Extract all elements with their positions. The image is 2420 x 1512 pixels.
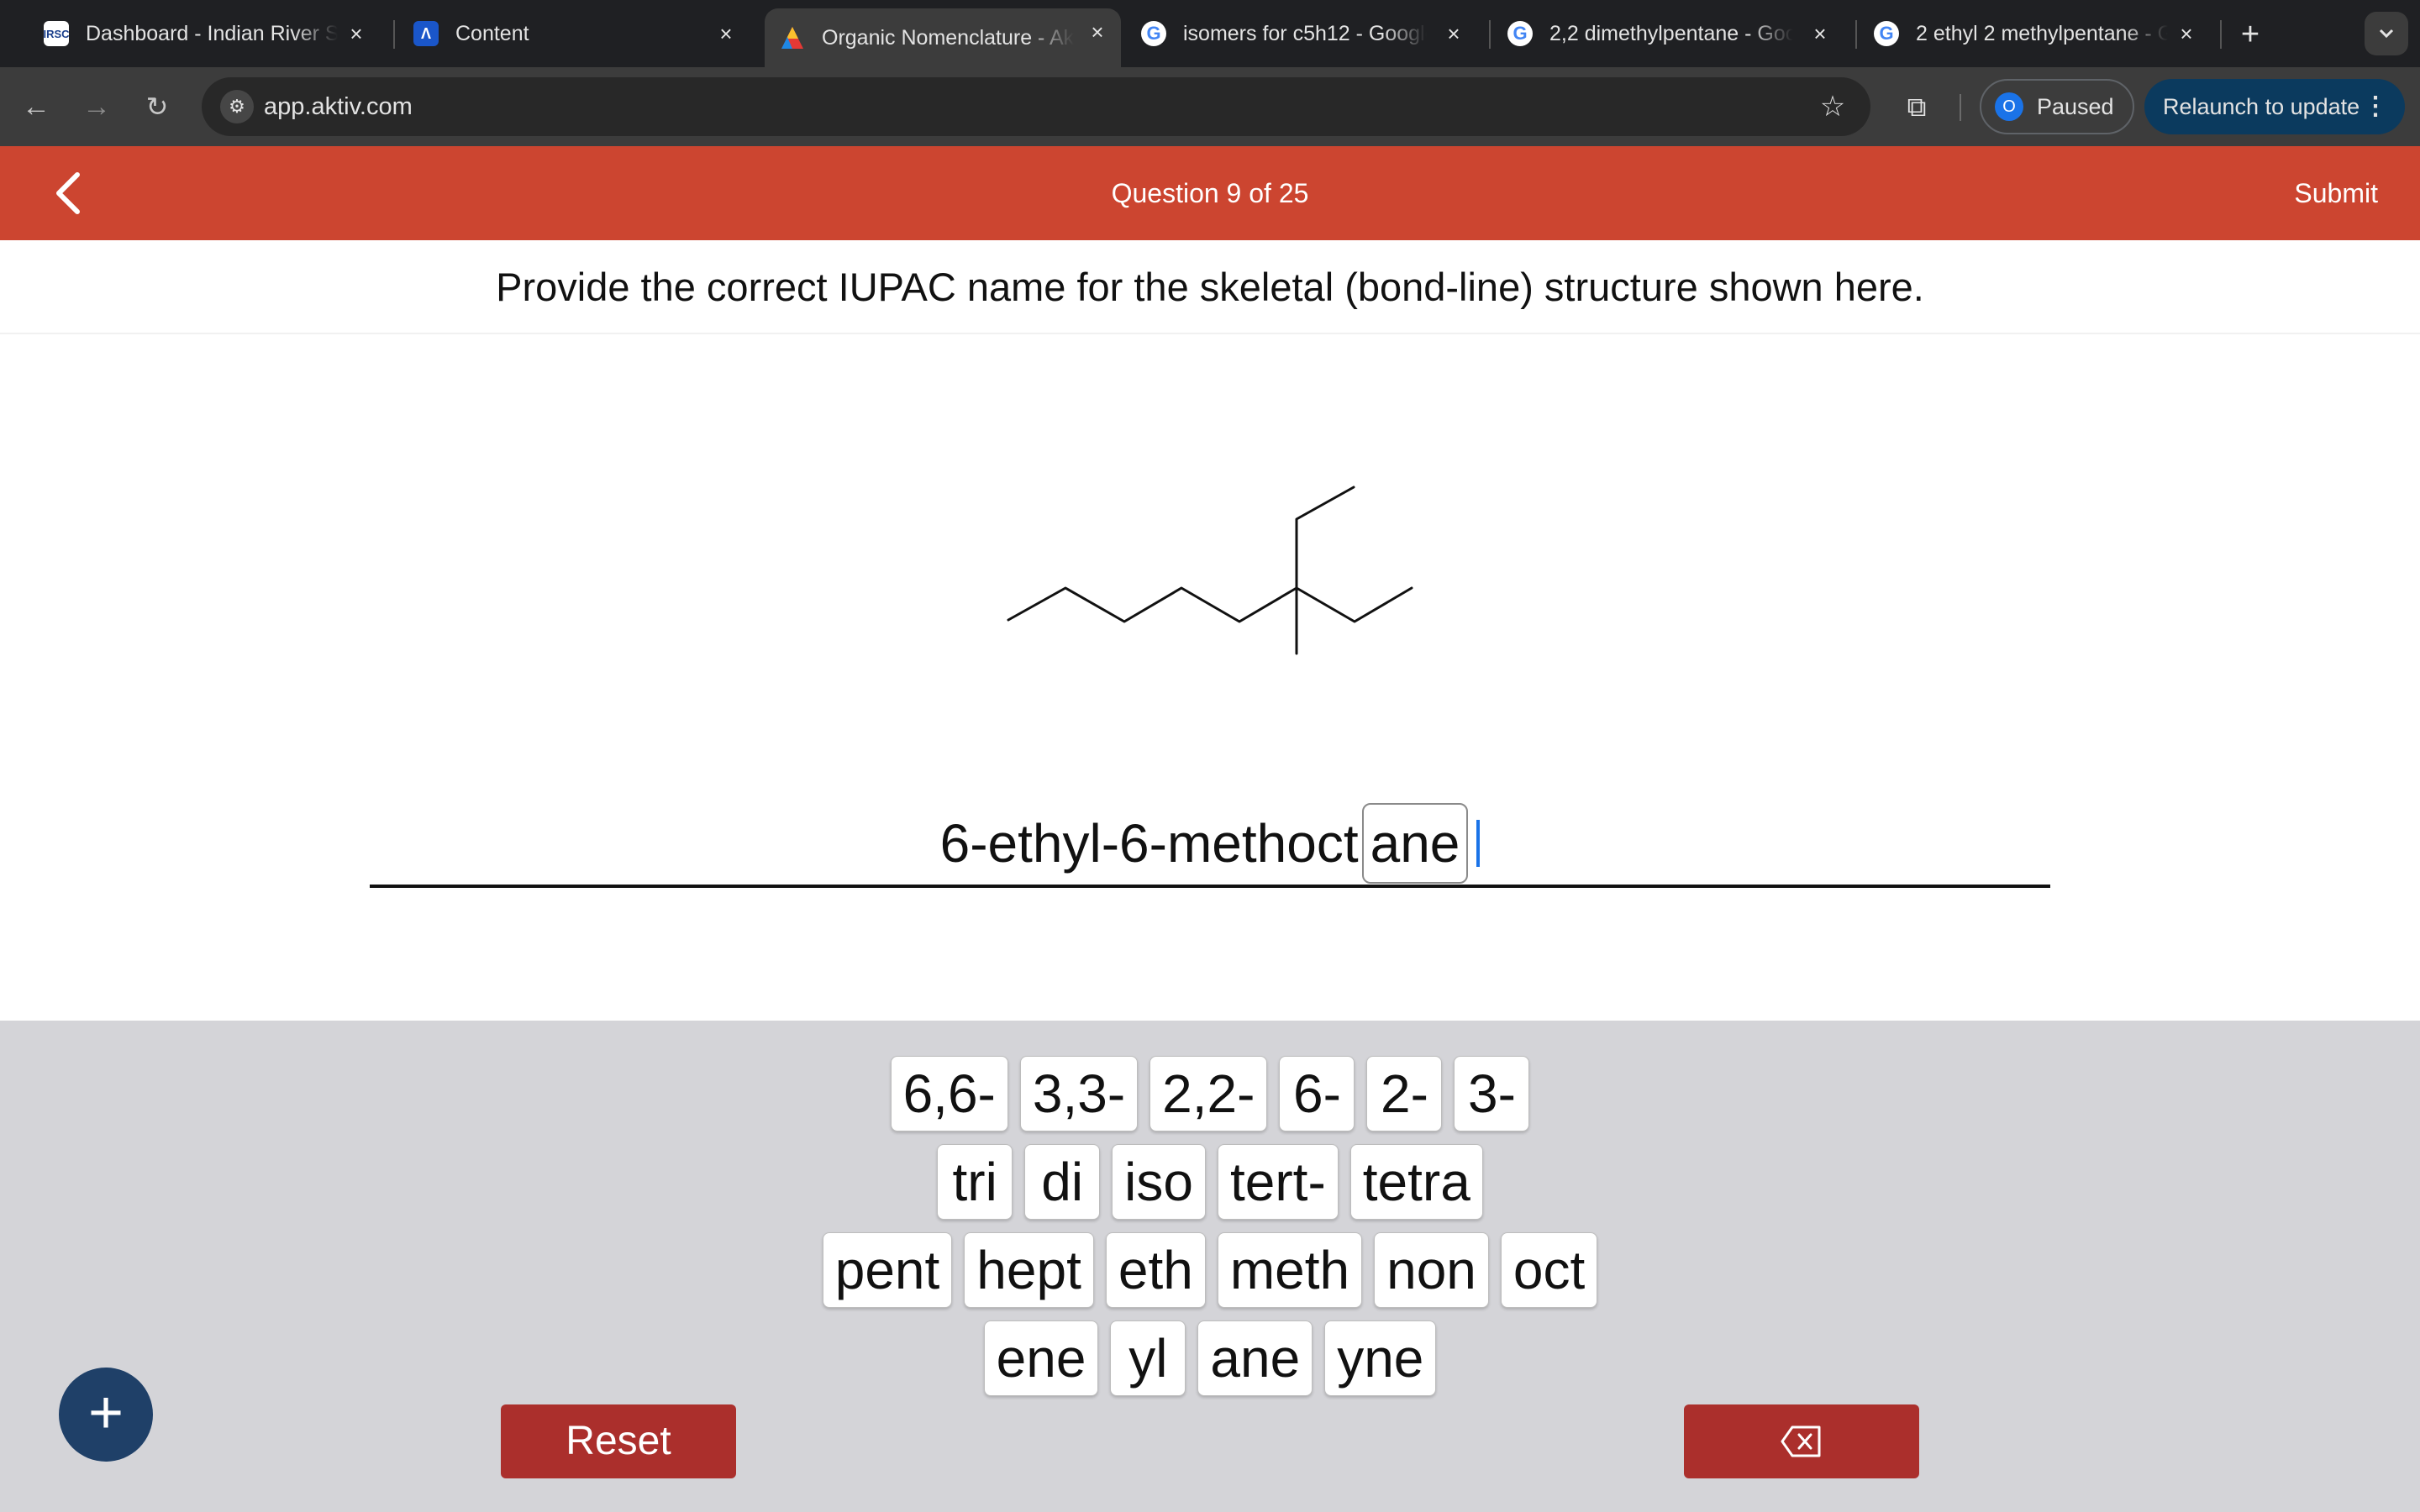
toolbar-separator	[1960, 94, 1961, 121]
browser-tab-strip: IRSC Dashboard - Indian River State Coll…	[0, 0, 2420, 67]
back-arrow-icon[interactable]: ←	[17, 87, 55, 126]
tab-organic-nomenclature[interactable]: Organic Nomenclature - Aktiv Chemistry ×	[765, 8, 1121, 67]
profile-status: Paused	[2037, 93, 2114, 119]
question-prompt: Provide the correct IUPAC name for the s…	[496, 265, 1924, 309]
tab-separator	[2220, 20, 2222, 49]
key-root[interactable]: hept	[964, 1232, 1094, 1308]
key-suffix[interactable]: yne	[1324, 1320, 1437, 1396]
google-icon: G	[1141, 21, 1166, 46]
tab-dimethylpentane-search[interactable]: G 2,2 dimethylpentane - Google Search ×	[1507, 10, 1844, 57]
tab-separator	[1855, 20, 1857, 49]
tab-title: Dashboard - Indian River State College	[86, 21, 338, 45]
tab-dashboard[interactable]: IRSC Dashboard - Indian River State Coll…	[43, 10, 380, 57]
close-icon[interactable]: ×	[714, 22, 738, 45]
backspace-button[interactable]	[1684, 1404, 1919, 1478]
relaunch-label: Relaunch to update	[2163, 94, 2360, 119]
college-logo-icon: IRSC	[43, 21, 70, 46]
forward-arrow-icon[interactable]: →	[77, 87, 116, 126]
aktiv-triangle-icon	[780, 25, 805, 50]
add-fab-button[interactable]: +	[59, 1368, 153, 1462]
key-root[interactable]: pent	[822, 1232, 953, 1308]
key-prefix[interactable]: iso	[1112, 1144, 1206, 1220]
main-chain-bond	[1007, 586, 1413, 623]
tab-ethylmethylpentane-search[interactable]: G 2 ethyl 2 methylpentane - Google Searc…	[1874, 10, 2210, 57]
tab-separator	[393, 20, 395, 49]
key-suffix[interactable]: ene	[983, 1320, 1099, 1396]
answer-token[interactable]: ane	[1361, 803, 1469, 884]
address-bar[interactable]: ⚙ app.aktiv.com ☆	[202, 77, 1870, 136]
key-suffix[interactable]: ane	[1197, 1320, 1313, 1396]
aktiv-icon: Λ	[413, 21, 439, 46]
browser-toolbar: ← → ↻ ⚙ app.aktiv.com ☆ ⧉ O Paused Relau…	[0, 67, 2420, 146]
answer-underline	[370, 885, 2050, 888]
key-prefix[interactable]: tert-	[1217, 1144, 1339, 1220]
key-root[interactable]: non	[1374, 1232, 1489, 1308]
key-row-prefixes: tri di iso tert- tetra	[0, 1144, 2420, 1220]
backspace-icon	[1781, 1425, 1821, 1457]
back-chevron-icon[interactable]	[44, 166, 97, 220]
nomenclature-keyboard: 6,6- 3,3- 2,2- 6- 2- 3- tri di iso tert-…	[0, 1021, 2420, 1512]
new-tab-button[interactable]: +	[2232, 13, 2269, 55]
tab-isomers-search[interactable]: G isomers for c5h12 - Google Search ×	[1141, 10, 1477, 57]
key-locant[interactable]: 6-	[1279, 1056, 1355, 1131]
url-text: app.aktiv.com	[264, 93, 413, 120]
google-icon: G	[1874, 21, 1899, 46]
key-row-roots: pent hept eth meth non oct	[0, 1232, 2420, 1308]
extensions-puzzle-icon[interactable]: ⧉	[1897, 87, 1936, 126]
text-caret	[1476, 820, 1481, 867]
answer-field[interactable]: 6-ethyl-6-methoct ane	[370, 798, 2050, 889]
more-vert-icon[interactable]: ⋮	[2363, 79, 2388, 134]
tab-search-button[interactable]	[2365, 12, 2408, 55]
reload-icon[interactable]: ↻	[138, 87, 176, 126]
answer-text: 6-ethyl-6-methoct	[939, 813, 1359, 874]
submit-button[interactable]: Submit	[2294, 146, 2378, 240]
key-locant[interactable]: 3-	[1454, 1056, 1530, 1131]
tab-content[interactable]: Λ Content ×	[413, 10, 750, 57]
reset-button[interactable]: Reset	[501, 1404, 736, 1478]
key-prefix[interactable]: di	[1024, 1144, 1101, 1220]
relaunch-button[interactable]: Relaunch to update ⋮	[2144, 79, 2405, 134]
profile-paused-button[interactable]: O Paused	[1980, 79, 2134, 134]
key-locant[interactable]: 2,2-	[1150, 1056, 1268, 1131]
close-icon[interactable]: ×	[1086, 20, 1109, 44]
google-icon: G	[1507, 21, 1533, 46]
tab-title: 2,2 dimethylpentane - Google Search	[1549, 21, 1793, 45]
key-locant[interactable]: 2-	[1366, 1056, 1443, 1131]
key-row-locants: 6,6- 3,3- 2,2- 6- 2- 3-	[0, 1056, 2420, 1131]
close-icon[interactable]: ×	[345, 22, 368, 45]
skeletal-structure	[1007, 486, 1413, 655]
divider	[0, 333, 2420, 334]
close-icon[interactable]: ×	[2175, 22, 2198, 45]
question-header: Question 9 of 25 Submit	[0, 146, 2420, 240]
site-settings-icon[interactable]: ⚙	[220, 90, 254, 123]
tab-separator	[1489, 20, 1491, 49]
key-row-suffixes: ene yl ane yne	[0, 1320, 2420, 1396]
ethyl-bond	[1295, 486, 1355, 590]
key-prefix[interactable]: tri	[937, 1144, 1013, 1220]
key-root[interactable]: meth	[1217, 1232, 1363, 1308]
avatar: O	[1995, 92, 2023, 121]
tab-title: Content	[455, 21, 529, 45]
tab-title: Organic Nomenclature - Aktiv Chemistry	[822, 25, 1074, 50]
close-icon[interactable]: ×	[1442, 22, 1465, 45]
key-locant[interactable]: 3,3-	[1019, 1056, 1139, 1131]
key-root[interactable]: oct	[1500, 1232, 1598, 1308]
chevron-down-icon	[2379, 29, 2394, 39]
close-icon[interactable]: ×	[1808, 22, 1832, 45]
bookmark-star-icon[interactable]: ☆	[1813, 87, 1852, 126]
key-root[interactable]: eth	[1105, 1232, 1206, 1308]
tab-title: 2 ethyl 2 methylpentane - Google Search	[1916, 21, 2168, 45]
tab-title: isomers for c5h12 - Google Search	[1183, 21, 1427, 45]
question-counter: Question 9 of 25	[1111, 178, 1309, 208]
key-locant[interactable]: 6,6-	[890, 1056, 1008, 1131]
key-prefix[interactable]: tetra	[1349, 1144, 1483, 1220]
key-suffix[interactable]: yl	[1110, 1320, 1186, 1396]
